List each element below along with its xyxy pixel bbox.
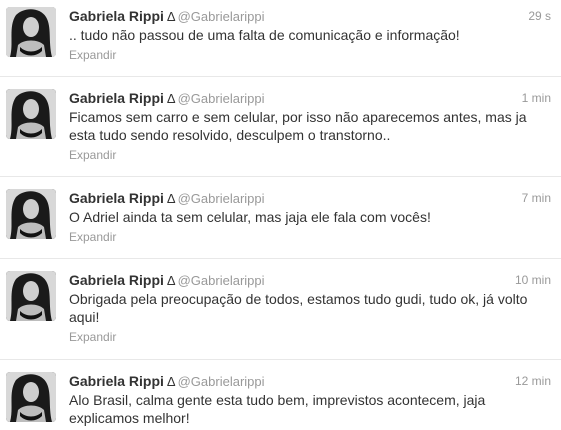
avatar[interactable] bbox=[6, 271, 56, 321]
tweet-timestamp[interactable]: 1 min bbox=[522, 89, 551, 107]
tweet-timestamp[interactable]: 12 min bbox=[515, 372, 551, 390]
tweet-screen-name[interactable]: @Gabrielarippi bbox=[178, 273, 265, 288]
tweet-item[interactable]: Gabriela Rippi Δ @Gabrielarippi 7 min O Ad… bbox=[0, 177, 561, 259]
tweet-timestamp[interactable]: 10 min bbox=[515, 271, 551, 289]
tweet-screen-name[interactable]: @Gabrielarippi bbox=[178, 91, 265, 106]
tweet-author-name[interactable]: Gabriela Rippi bbox=[69, 8, 164, 24]
delta-symbol: Δ bbox=[166, 374, 176, 389]
tweet-screen-name[interactable]: @Gabrielarippi bbox=[178, 9, 265, 24]
tweet-text: Ficamos sem carro e sem celular, por iss… bbox=[69, 109, 527, 143]
avatar[interactable] bbox=[6, 372, 56, 422]
expand-link[interactable]: Expandir bbox=[69, 47, 551, 63]
tweet-timeline: Gabriela Rippi Δ @Gabrielarippi 29 s .. tu… bbox=[0, 0, 561, 430]
avatar[interactable] bbox=[6, 189, 56, 239]
tweet-text: O Adriel ainda ta sem celular, mas jaja … bbox=[69, 209, 431, 225]
tweet-item[interactable]: Gabriela Rippi Δ @Gabrielarippi 29 s .. tu… bbox=[0, 0, 561, 77]
expand-link[interactable]: Expandir bbox=[69, 329, 551, 345]
expand-link[interactable]: Expandir bbox=[69, 147, 551, 163]
tweet-text: Alo Brasil, calma gente esta tudo bem, i… bbox=[69, 392, 486, 426]
tweet-timestamp[interactable]: 7 min bbox=[522, 189, 551, 207]
tweet-author-name[interactable]: Gabriela Rippi bbox=[69, 272, 164, 288]
tweet-item[interactable]: Gabriela Rippi Δ @Gabrielarippi 10 min Obr… bbox=[0, 259, 561, 360]
delta-symbol: Δ bbox=[166, 191, 176, 206]
tweet-author-name[interactable]: Gabriela Rippi bbox=[69, 373, 164, 389]
tweet-text: .. tudo não passou de uma falta de comun… bbox=[69, 27, 460, 43]
avatar[interactable] bbox=[6, 89, 56, 139]
delta-symbol: Δ bbox=[166, 91, 176, 106]
delta-symbol: Δ bbox=[166, 273, 176, 288]
tweet-text: Obrigada pela preocupação de todos, esta… bbox=[69, 291, 528, 325]
avatar[interactable] bbox=[6, 7, 56, 57]
tweet-item[interactable]: Gabriela Rippi Δ @Gabrielarippi 1 min Fica… bbox=[0, 77, 561, 177]
delta-symbol: Δ bbox=[166, 9, 176, 24]
tweet-screen-name[interactable]: @Gabrielarippi bbox=[178, 374, 265, 389]
tweet-author-name[interactable]: Gabriela Rippi bbox=[69, 90, 164, 106]
tweet-timestamp[interactable]: 29 s bbox=[528, 7, 551, 25]
tweet-item[interactable]: Gabriela Rippi Δ @Gabrielarippi 12 min Alo… bbox=[0, 360, 561, 430]
tweet-screen-name[interactable]: @Gabrielarippi bbox=[178, 191, 265, 206]
tweet-author-name[interactable]: Gabriela Rippi bbox=[69, 190, 164, 206]
expand-link[interactable]: Expandir bbox=[69, 229, 551, 245]
